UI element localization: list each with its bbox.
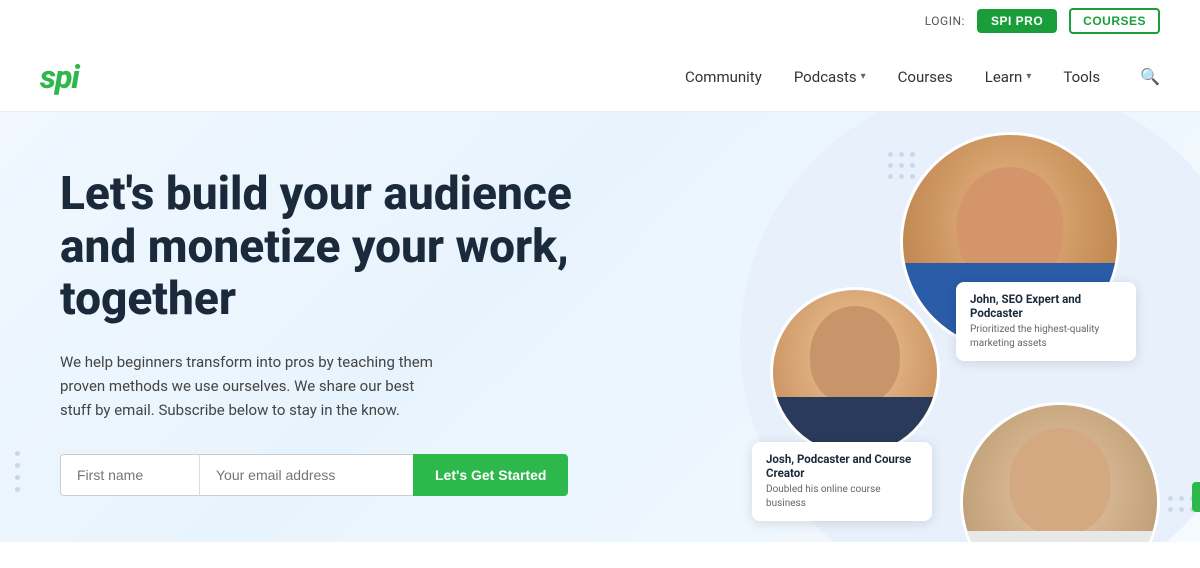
search-icon: 🔍	[1140, 67, 1160, 86]
joeri-shirt	[963, 531, 1157, 542]
login-label: LOGIN:	[925, 14, 965, 28]
dot	[899, 174, 904, 179]
josh-card-name: Josh, Podcaster and Course Creator	[766, 452, 918, 480]
hero-subtitle: We help beginners transform into pros by…	[60, 350, 440, 422]
hero-title: Let's build your audience and monetize y…	[60, 168, 584, 327]
dot	[888, 163, 893, 168]
hero-right: John, SEO Expert and Podcaster Prioritiz…	[624, 112, 1200, 542]
josh-head	[810, 306, 900, 404]
search-button[interactable]: 🔍	[1132, 67, 1160, 86]
dot	[15, 487, 20, 492]
josh-card-desc: Doubled his online course business	[766, 483, 918, 511]
josh-face	[773, 290, 937, 454]
dot	[910, 163, 915, 168]
email-input[interactable]	[200, 454, 413, 496]
dot	[899, 163, 904, 168]
dot	[1179, 507, 1184, 512]
dot	[888, 174, 893, 179]
dot	[1179, 496, 1184, 501]
dots-hero-left	[15, 451, 20, 492]
first-name-input[interactable]	[60, 454, 200, 496]
chevron-down-icon: ▾	[1026, 71, 1031, 82]
dot	[15, 463, 20, 468]
spi-pro-button[interactable]: SPI PRO	[977, 9, 1057, 33]
dot	[888, 152, 893, 157]
nav-item-courses[interactable]: Courses	[898, 68, 953, 86]
dot	[899, 152, 904, 157]
nav-item-learn[interactable]: Learn ▾	[985, 68, 1032, 86]
top-bar: LOGIN: SPI PRO COURSES	[0, 0, 1200, 42]
dot	[15, 451, 20, 456]
dot	[1168, 496, 1173, 501]
dot	[910, 174, 915, 179]
nav-item-community[interactable]: Community	[685, 68, 762, 86]
main-nav: spi Community Podcasts ▾ Courses Learn ▾…	[0, 42, 1200, 112]
chevron-down-icon: ▾	[861, 71, 866, 82]
green-accent	[1192, 482, 1200, 512]
person-josh	[770, 287, 940, 457]
nav-item-podcasts[interactable]: Podcasts ▾	[794, 68, 866, 86]
dot	[910, 152, 915, 157]
get-started-button[interactable]: Let's Get Started	[413, 454, 568, 496]
hero-left: Let's build your audience and monetize y…	[0, 112, 624, 542]
john-card-name: John, SEO Expert and Podcaster	[970, 292, 1122, 320]
logo[interactable]: spi	[40, 58, 79, 96]
info-card-john: John, SEO Expert and Podcaster Prioritiz…	[956, 282, 1136, 361]
courses-top-button[interactable]: COURSES	[1069, 8, 1160, 34]
hero-form: Let's Get Started	[60, 454, 540, 496]
nav-links: Community Podcasts ▾ Courses Learn ▾ Too…	[685, 67, 1160, 86]
dot	[1168, 507, 1173, 512]
dots-top-right	[888, 152, 915, 179]
dots-bottom-right	[1168, 496, 1195, 512]
john-card-desc: Prioritized the highest-quality marketin…	[970, 323, 1122, 351]
joeri-head	[1010, 428, 1111, 535]
dot	[15, 475, 20, 480]
info-card-josh: Josh, Podcaster and Course Creator Doubl…	[752, 442, 932, 521]
nav-item-tools[interactable]: Tools	[1063, 68, 1100, 86]
hero-section: Let's build your audience and monetize y…	[0, 112, 1200, 542]
